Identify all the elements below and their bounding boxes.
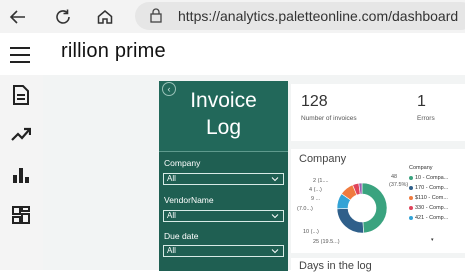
back-arrow-icon[interactable]: [5, 4, 31, 30]
slice-label: 2 (1....: [313, 178, 329, 184]
due-date-filter-value: All: [167, 246, 176, 255]
legend-title: Company: [409, 165, 433, 171]
legend-dot: [409, 195, 413, 200]
left-nav-rail: [0, 75, 43, 270]
legend-dot: [409, 215, 413, 220]
vendor-filter-value: All: [167, 211, 176, 220]
report-title-line-1: Invoice: [190, 89, 257, 112]
legend-label: $110 - Com...: [415, 195, 448, 201]
legend-item[interactable]: 10 - Compa...: [409, 175, 448, 181]
chevron-down-icon: [271, 214, 279, 219]
legend-scroll-down-icon[interactable]: ▾: [431, 237, 434, 243]
slice-label: 4 (...): [309, 187, 322, 193]
donut-slice[interactable]: [361, 182, 388, 234]
slice-label: (7.0...): [297, 206, 313, 212]
legend-item[interactable]: $110 - Com...: [409, 195, 448, 201]
legend-label: 421 - Comp...: [415, 215, 449, 221]
slice-label: 10 (...): [303, 229, 319, 235]
errors-value: 1: [417, 93, 426, 110]
filter-label-company: Company: [164, 158, 201, 168]
legend-label: 10 - Compa...: [415, 175, 449, 181]
legend-label: 170 - Comp...: [415, 185, 449, 191]
hamburger-menu-icon[interactable]: [10, 47, 30, 63]
company-donut-chart[interactable]: [332, 178, 392, 238]
donut-slice[interactable]: [336, 208, 364, 234]
company-chart-card: Company 2 (1.... 4 (...) 9 ... (7.0...) …: [291, 149, 465, 253]
brand-logo: rillion prime: [61, 40, 166, 62]
invoice-count-value: 128: [301, 93, 328, 110]
vendor-filter-select[interactable]: All: [163, 210, 284, 222]
invoice-count-label: Number of invoices: [301, 115, 357, 122]
filter-label-vendor: VendorName: [164, 195, 214, 205]
invoice-log-tile: ‹ Invoice Log Company All VendorName All…: [159, 81, 288, 271]
slice-label: 25 (19.5...): [313, 239, 340, 245]
company-filter-value: All: [167, 174, 176, 183]
legend-dot: [409, 185, 413, 190]
filter-panel: Company All VendorName All Due date All: [159, 151, 288, 271]
address-bar[interactable]: https://analytics.paletteonline.com/dash…: [135, 2, 465, 30]
legend-item[interactable]: 421 - Comp...: [409, 215, 448, 221]
url-text: https://analytics.paletteonline.com/dash…: [178, 8, 459, 24]
legend-item[interactable]: 330 - Comp...: [409, 205, 448, 211]
trend-icon[interactable]: [9, 122, 33, 146]
dashboard-grid-icon[interactable]: [9, 203, 33, 227]
chevron-down-icon: [271, 249, 279, 254]
chevron-down-icon: [271, 177, 279, 182]
report-title-line-2: Log: [205, 116, 242, 139]
errors-label: Errors: [417, 115, 435, 122]
report-title: Invoice Log: [159, 87, 288, 141]
company-chart-title: Company: [299, 153, 347, 165]
legend-dot: [409, 175, 413, 180]
app-header: rillion prime: [0, 33, 465, 75]
legend-label: 330 - Comp...: [415, 205, 449, 211]
lock-icon: [150, 8, 162, 28]
kpi-card: 128 Number of invoices 1 Errors: [291, 84, 465, 141]
document-icon[interactable]: [9, 83, 33, 107]
legend-dot: [409, 205, 413, 210]
filter-label-due-date: Due date: [164, 231, 199, 241]
slice-label: (37.5%): [389, 182, 409, 188]
legend-item[interactable]: 170 - Comp...: [409, 185, 448, 191]
slice-label: 48: [391, 174, 398, 180]
slice-label: 9 ...: [311, 196, 321, 202]
reload-icon[interactable]: [50, 4, 76, 30]
home-icon[interactable]: [92, 4, 118, 30]
browser-toolbar: https://analytics.paletteonline.com/dash…: [0, 0, 465, 33]
bar-chart-icon[interactable]: [9, 163, 33, 187]
days-in-log-title: Days in the log: [299, 260, 372, 272]
due-date-filter-select[interactable]: All: [163, 245, 284, 257]
days-in-log-card: Days in the log: [291, 258, 465, 272]
company-filter-select[interactable]: All: [163, 173, 284, 185]
